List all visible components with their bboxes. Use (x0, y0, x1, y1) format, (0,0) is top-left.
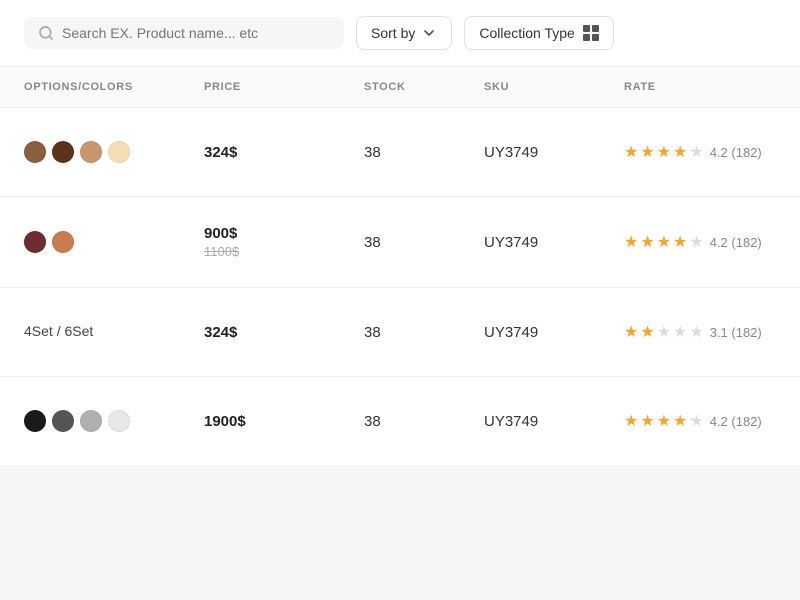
chevron-down-icon (421, 25, 437, 41)
price-cell: 324$ (204, 144, 364, 161)
rating-text: 3.1 (182) (710, 325, 762, 340)
star-full: ★ (640, 411, 654, 431)
col-options: OPTIONS/COLORS (24, 81, 204, 93)
price-current: 324$ (204, 144, 364, 161)
stars-group: ★★★★ ★ ★ (624, 411, 704, 431)
stars-group: ★★★★ ★ ★ (624, 232, 704, 252)
star-half: ★ ★ (657, 322, 671, 342)
star-full: ★ (657, 411, 671, 431)
col-sku: SKU (484, 81, 624, 93)
collection-type-label: Collection Type (479, 25, 574, 41)
toolbar: Sort by Collection Type (0, 0, 800, 67)
color-swatch[interactable] (24, 410, 46, 432)
price-cell: 1900$ (204, 413, 364, 430)
search-input[interactable] (62, 25, 330, 41)
col-price: PRICE (204, 81, 364, 93)
options-cell (24, 141, 204, 163)
col-rate: RATE (624, 81, 800, 93)
table-body: 324$ 38 UY3749 ★★★★ ★ ★ 4.2 (182) ··· 90… (0, 108, 800, 465)
stars-group: ★★ ★ ★ ★★ (624, 322, 704, 342)
star-full: ★ (624, 322, 638, 342)
color-swatch[interactable] (108, 141, 130, 163)
star-full: ★ (640, 142, 654, 162)
rating-cell: ★★★★ ★ ★ 4.2 (182) (624, 411, 800, 431)
swatches-group (24, 231, 204, 253)
rating-cell: ★★★★ ★ ★ 4.2 (182) (624, 142, 800, 162)
search-icon (38, 25, 54, 41)
grid-view-icon (583, 25, 599, 41)
rating-text: 4.2 (182) (710, 235, 762, 250)
option-text-label: 4Set / 6Set (24, 323, 93, 339)
star-full: ★ (640, 322, 654, 342)
options-cell (24, 231, 204, 253)
options-cell (24, 410, 204, 432)
star-half: ★ ★ (689, 232, 703, 252)
search-bar (24, 17, 344, 49)
product-table: OPTIONS/COLORS PRICE STOCK SKU RATE ACT … (0, 67, 800, 465)
color-swatch[interactable] (80, 410, 102, 432)
sort-by-label: Sort by (371, 25, 415, 41)
col-stock: STOCK (364, 81, 484, 93)
star-full: ★ (673, 411, 687, 431)
color-swatch[interactable] (24, 141, 46, 163)
sku-cell: UY3749 (484, 324, 624, 341)
stock-cell: 38 (364, 234, 484, 251)
table-row: 900$ 1100$ 38 UY3749 ★★★★ ★ ★ 4.2 (182) … (0, 197, 800, 288)
price-cell: 900$ 1100$ (204, 225, 364, 259)
table-row: 1900$ 38 UY3749 ★★★★ ★ ★ 4.2 (182) ··· (0, 377, 800, 465)
star-half: ★ ★ (689, 411, 703, 431)
swatches-group (24, 141, 204, 163)
price-current: 324$ (204, 324, 364, 341)
stars-group: ★★★★ ★ ★ (624, 142, 704, 162)
options-cell: 4Set / 6Set (24, 323, 204, 341)
color-swatch[interactable] (80, 141, 102, 163)
star-half: ★ ★ (689, 142, 703, 162)
color-swatch[interactable] (52, 141, 74, 163)
stock-cell: 38 (364, 413, 484, 430)
sku-cell: UY3749 (484, 144, 624, 161)
star-empty: ★ (673, 322, 687, 342)
price-original: 1100$ (204, 244, 364, 259)
price-cell: 324$ (204, 324, 364, 341)
sort-by-button[interactable]: Sort by (356, 16, 452, 50)
stock-cell: 38 (364, 324, 484, 341)
star-full: ★ (624, 142, 638, 162)
price-current: 1900$ (204, 413, 364, 430)
price-current: 900$ (204, 225, 364, 242)
rating-text: 4.2 (182) (710, 145, 762, 160)
star-full: ★ (624, 232, 638, 252)
color-swatch[interactable] (108, 410, 130, 432)
sku-cell: UY3749 (484, 413, 624, 430)
color-swatch[interactable] (52, 410, 74, 432)
table-row: 4Set / 6Set 324$ 38 UY3749 ★★ ★ ★ ★★ 3.1… (0, 288, 800, 377)
rating-cell: ★★★★ ★ ★ 4.2 (182) (624, 232, 800, 252)
star-full: ★ (640, 232, 654, 252)
swatches-group (24, 410, 204, 432)
stock-cell: 38 (364, 144, 484, 161)
rating-text: 4.2 (182) (710, 414, 762, 429)
table-header: OPTIONS/COLORS PRICE STOCK SKU RATE ACT (0, 67, 800, 108)
collection-type-button[interactable]: Collection Type (464, 16, 613, 50)
table-row: 324$ 38 UY3749 ★★★★ ★ ★ 4.2 (182) ··· (0, 108, 800, 197)
star-full: ★ (657, 142, 671, 162)
star-full: ★ (673, 232, 687, 252)
star-empty: ★ (689, 322, 703, 342)
sku-cell: UY3749 (484, 234, 624, 251)
star-full: ★ (657, 232, 671, 252)
rating-cell: ★★ ★ ★ ★★ 3.1 (182) (624, 322, 800, 342)
color-swatch[interactable] (52, 231, 74, 253)
color-swatch[interactable] (24, 231, 46, 253)
star-full: ★ (624, 411, 638, 431)
star-full: ★ (673, 142, 687, 162)
